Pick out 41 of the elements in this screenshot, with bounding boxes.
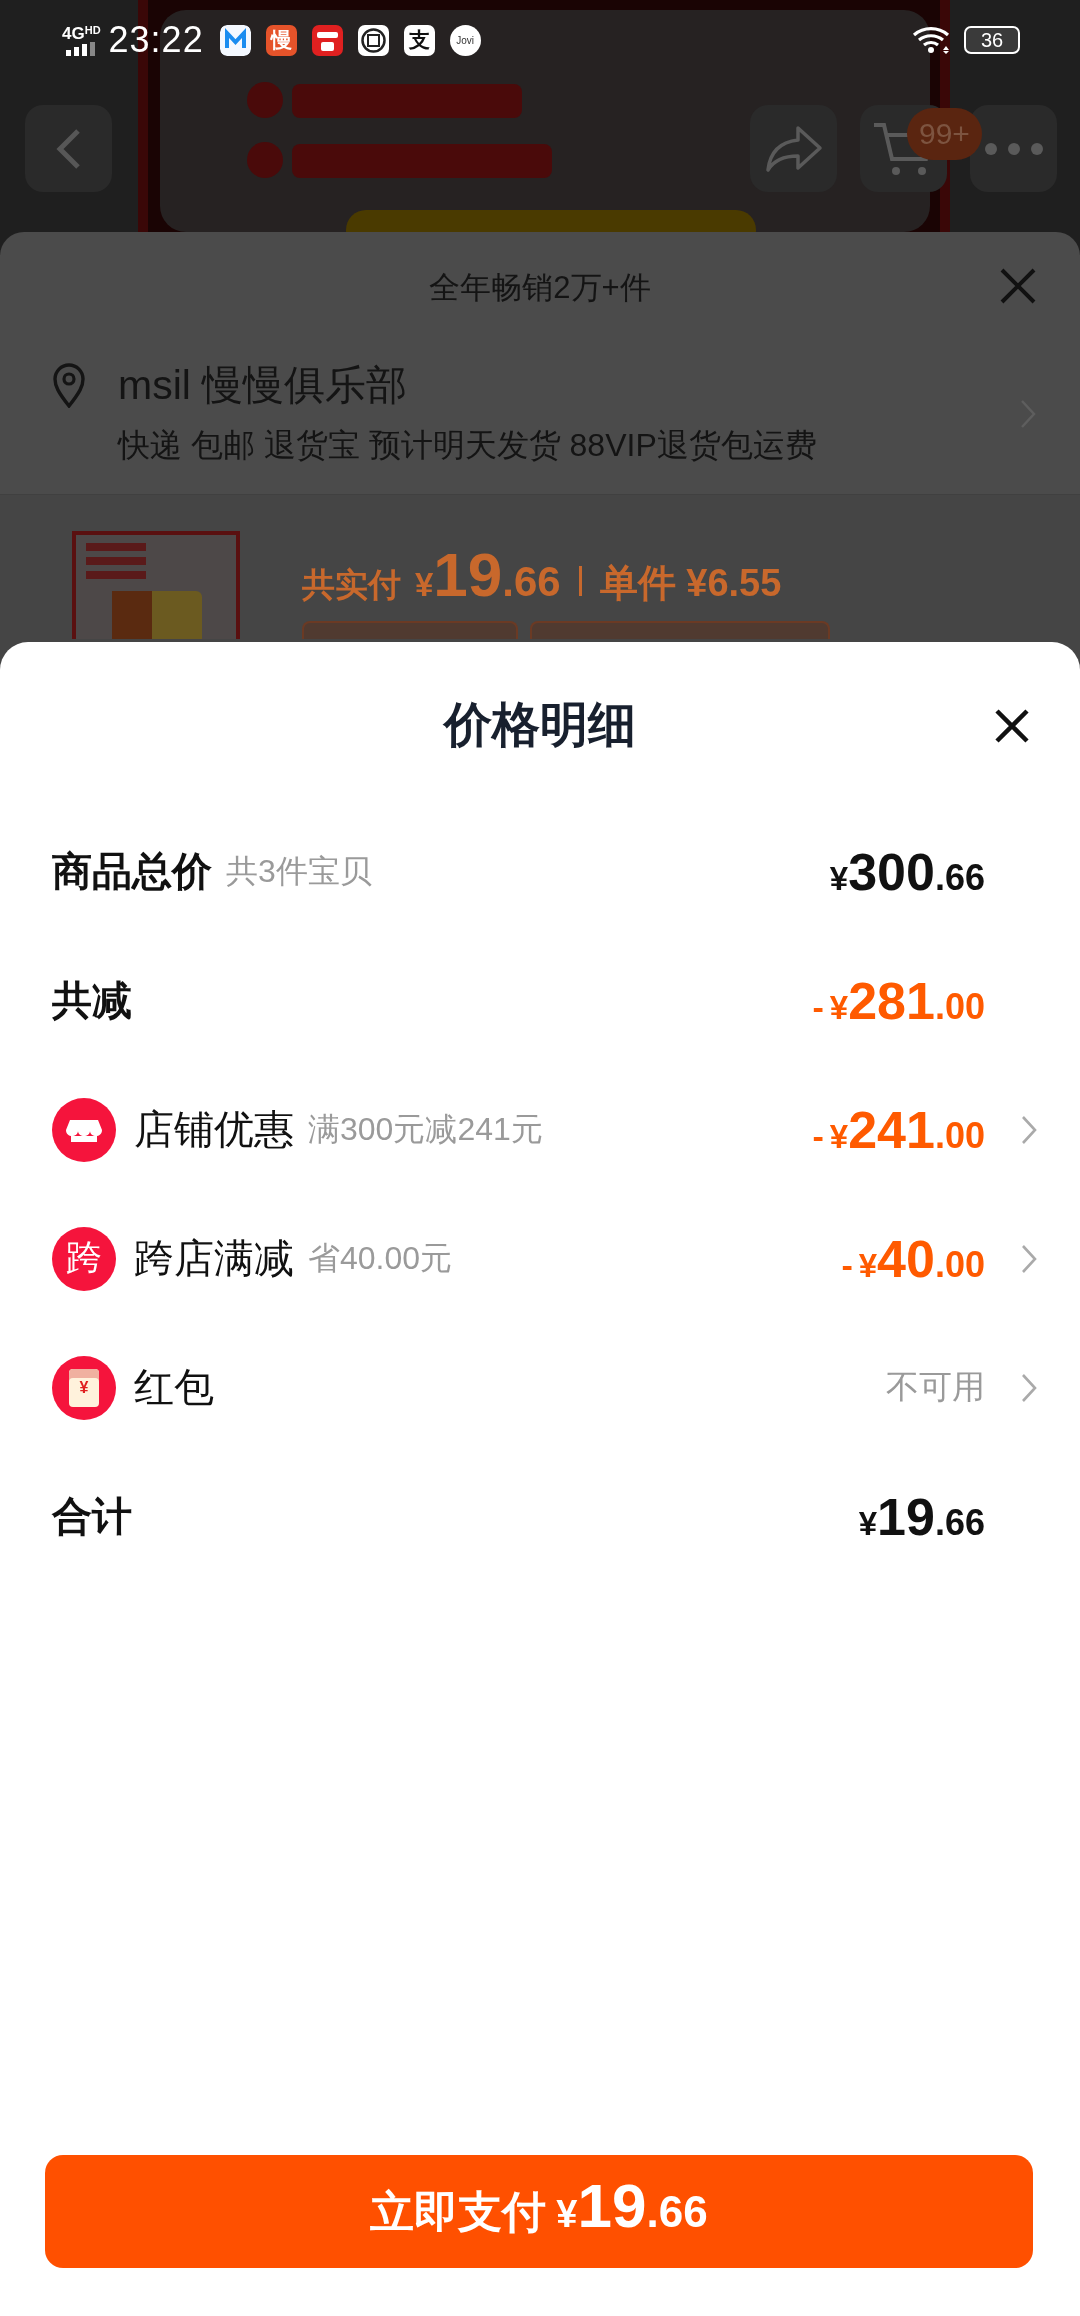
discount-chip[interactable]: [302, 621, 518, 639]
sheet-title: 全年畅销2万+件: [429, 269, 651, 307]
price-detail-row[interactable]: ¥ 红包 不可用: [0, 1323, 1080, 1452]
amount: - ¥241.00: [812, 1099, 985, 1160]
network-indicator: 4G$^{HD}$: [62, 24, 101, 56]
status-text: 不可用: [886, 1367, 985, 1407]
row-label: 跨店满减: [134, 1235, 294, 1282]
row-label: 共减: [52, 977, 132, 1024]
address-name: msil 慢慢俱乐部: [118, 361, 409, 410]
amount: - ¥40.00: [841, 1228, 985, 1289]
more-button[interactable]: [970, 105, 1057, 192]
amount: ¥300.66: [829, 841, 985, 902]
price-summary: 共实付 ¥19.66 单件 ¥6.55: [302, 539, 783, 609]
price-detail-row[interactable]: 跨 跨店满减 省40.00元 - ¥40.00: [0, 1194, 1080, 1323]
row-label: 合计: [52, 1493, 132, 1540]
row-note: 省40.00元: [308, 1238, 453, 1278]
row-label: 店铺优惠: [134, 1106, 294, 1153]
amount: - ¥281.00: [812, 970, 985, 1031]
sheet-title: 价格明细: [444, 696, 636, 753]
row-note: 共3件宝贝: [226, 851, 372, 891]
location-pin-icon: [52, 362, 86, 408]
chevron-right-icon[interactable]: [1020, 1114, 1037, 1145]
price-detail-row[interactable]: 店铺优惠 满300元减241元 - ¥241.00: [0, 1065, 1080, 1194]
badge-icon: 跨: [52, 1226, 116, 1291]
amount: ¥19.66: [858, 1486, 985, 1547]
row-label: 商品总价: [52, 848, 212, 895]
shop-icon: [52, 1097, 116, 1162]
back-button[interactable]: [25, 105, 112, 192]
chevron-right-icon[interactable]: [1020, 1372, 1037, 1403]
battery-indicator: 36: [964, 26, 1020, 54]
share-icon: [763, 123, 824, 174]
close-icon[interactable]: [994, 708, 1030, 744]
more-icon: [983, 141, 1044, 156]
coupon-chip[interactable]: [530, 621, 830, 639]
row-note: 满300元减241元: [308, 1109, 543, 1149]
wifi-icon: [912, 25, 952, 55]
chevron-right-icon[interactable]: [1020, 1243, 1037, 1274]
share-button[interactable]: [750, 105, 837, 192]
envelope-icon: ¥: [52, 1355, 116, 1420]
row-label: 红包: [134, 1364, 214, 1411]
clock: 23:22: [108, 19, 204, 61]
